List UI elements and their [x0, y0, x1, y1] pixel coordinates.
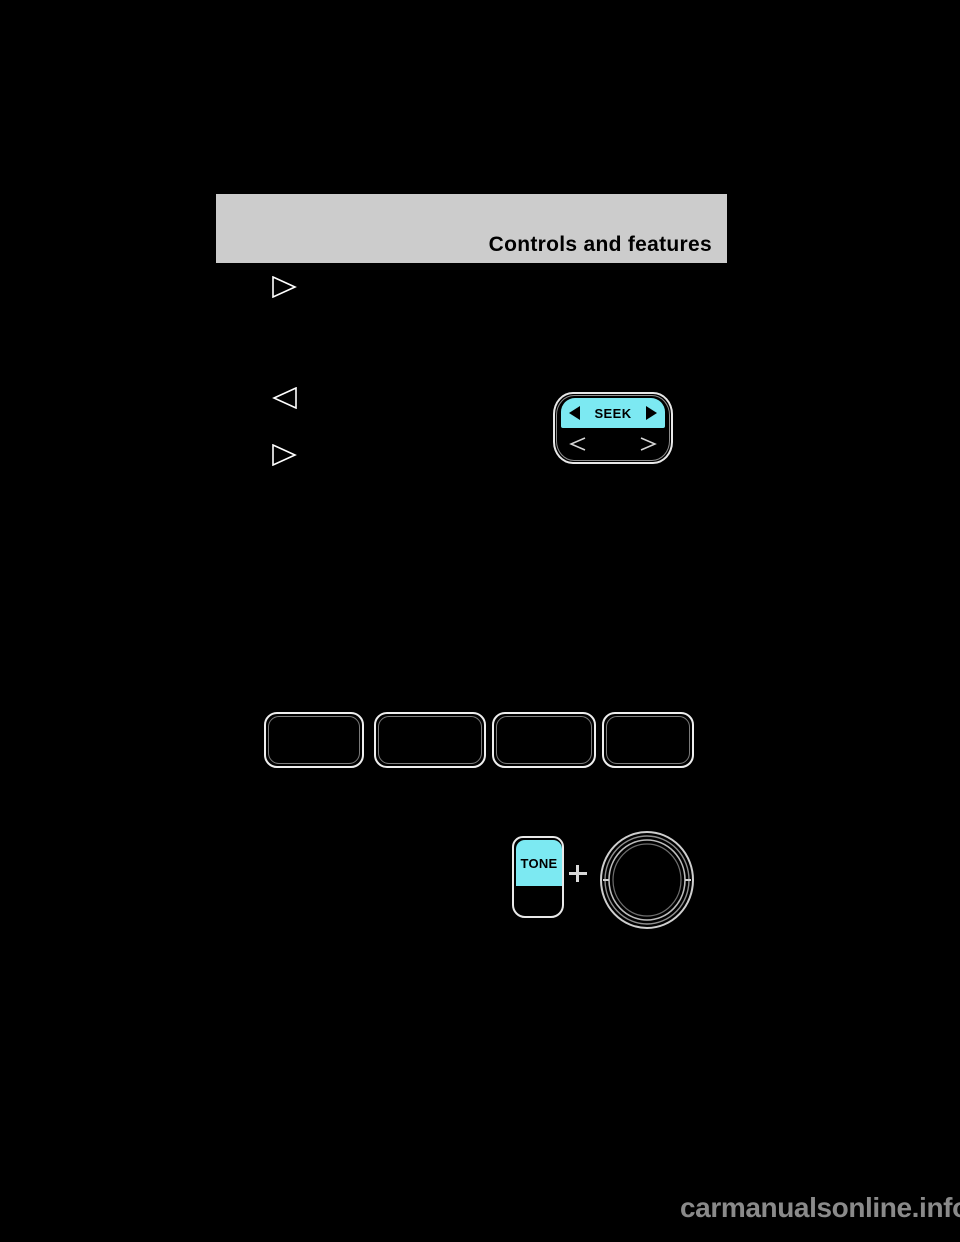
seek-lower-left-arrow-icon[interactable]: [567, 436, 589, 452]
preset-button-4[interactable]: [602, 712, 694, 768]
page-header-band: Controls and features: [216, 194, 727, 263]
seek-left-arrow-icon[interactable]: [569, 406, 580, 420]
seek-control[interactable]: SEEK: [553, 392, 673, 464]
tone-button-cap: TONE: [516, 840, 562, 886]
bullet-triangle-right-3: [271, 444, 297, 466]
tone-control-group: TONE: [505, 826, 705, 936]
plus-icon: [569, 864, 587, 882]
seek-lower-half[interactable]: [561, 430, 665, 458]
bullet-triangle-right-1: [271, 276, 297, 298]
rotary-knob-icon[interactable]: [597, 828, 697, 932]
preset-button-row: [264, 710, 694, 770]
tone-button[interactable]: TONE: [512, 836, 564, 918]
preset-button-1[interactable]: [264, 712, 364, 768]
seek-label: SEEK: [594, 405, 632, 421]
page-root: Controls and features SEEK TONE carmanua…: [0, 0, 960, 1242]
preset-button-2[interactable]: [374, 712, 486, 768]
page-title: Controls and features: [488, 233, 712, 256]
preset-button-3[interactable]: [492, 712, 596, 768]
site-watermark: carmanualsonline.info: [680, 1192, 960, 1223]
seek-upper-half[interactable]: SEEK: [561, 398, 665, 428]
seek-right-arrow-icon[interactable]: [645, 406, 657, 420]
seek-lower-right-arrow-icon[interactable]: [637, 436, 659, 452]
bullet-triangle-left-2: [272, 387, 298, 409]
tone-label: TONE: [520, 855, 558, 871]
